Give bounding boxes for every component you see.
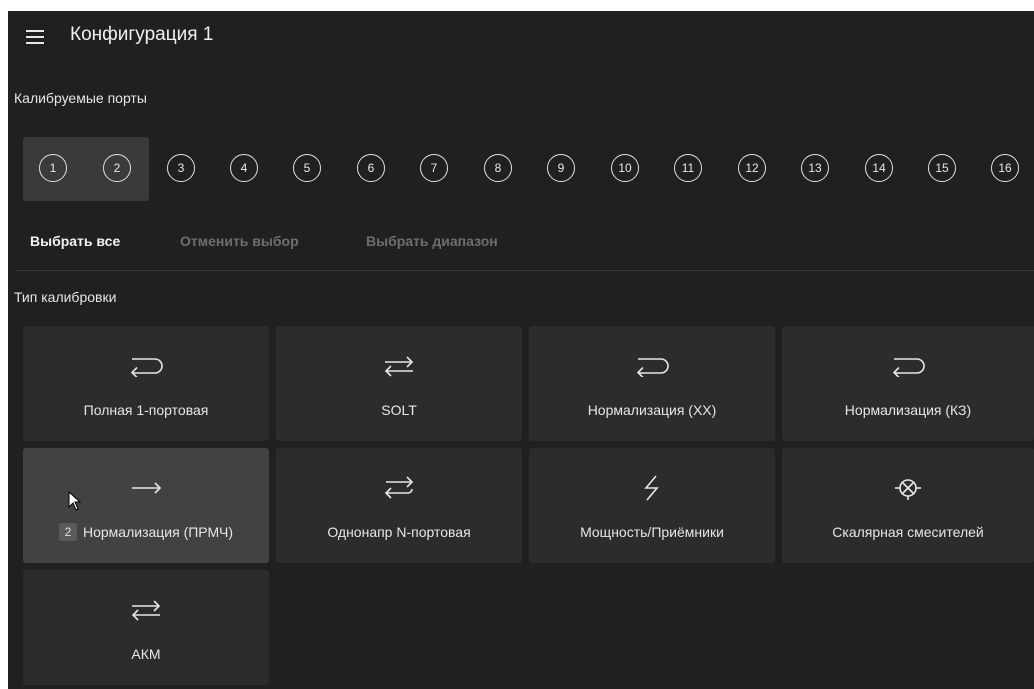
select-range-button[interactable]: Выбрать диапазон: [366, 233, 498, 249]
cal-type-full-1port[interactable]: Полная 1-портовая: [23, 326, 269, 441]
port-count-badge: 2: [58, 523, 77, 541]
reflect-arrow-icon: [23, 352, 269, 380]
port-10[interactable]: 10: [611, 154, 639, 182]
divider: [16, 270, 1034, 271]
tile-label: Нормализация (КЗ): [844, 402, 972, 418]
header: Конфигурация 1: [8, 11, 1034, 67]
port-12[interactable]: 12: [738, 154, 766, 182]
tile-label: Полная 1-портовая: [83, 402, 209, 418]
cal-type-power-receivers[interactable]: Мощность/Приёмники: [529, 448, 775, 563]
reflect-arrow-icon: [782, 352, 1034, 380]
lightning-icon: [529, 474, 775, 502]
port-5[interactable]: 5: [293, 154, 321, 182]
cal-type-norm-thru[interactable]: 2 Нормализация (ПРМЧ): [23, 448, 269, 563]
port-15[interactable]: 15: [928, 154, 956, 182]
mouse-pointer-icon: [68, 490, 82, 516]
port-14[interactable]: 14: [865, 154, 893, 182]
hamburger-menu-icon[interactable]: [26, 30, 44, 44]
port-16[interactable]: 16: [991, 154, 1019, 182]
tile-label: Скалярная смесителей: [832, 524, 984, 540]
port-8[interactable]: 8: [484, 154, 512, 182]
tile-label: АКМ: [131, 646, 161, 662]
port-3[interactable]: 3: [167, 154, 195, 182]
cal-type-norm-open[interactable]: Нормализация (ХХ): [529, 326, 775, 441]
calibration-config-panel: Конфигурация 1 Калибруемые порты 1 2 3 4…: [8, 11, 1034, 689]
cal-type-oneway-nport[interactable]: Однонапр N-портовая: [276, 448, 522, 563]
cal-type-scalar-mixer[interactable]: Скалярная смесителей: [782, 448, 1034, 563]
page-title: Конфигурация 1: [70, 24, 214, 45]
port-9[interactable]: 9: [547, 154, 575, 182]
tile-label: SOLT: [381, 402, 417, 418]
port-1[interactable]: 1: [39, 154, 67, 182]
deselect-button[interactable]: Отменить выбор: [180, 233, 299, 249]
bidirectional-arrows-icon: [23, 596, 269, 624]
cal-type-section-label: Тип калибровки: [14, 289, 117, 305]
select-all-button[interactable]: Выбрать все: [30, 233, 120, 249]
port-11[interactable]: 11: [674, 154, 702, 182]
port-2[interactable]: 2: [103, 154, 131, 182]
port-13[interactable]: 13: [801, 154, 829, 182]
ports-section-label: Калибруемые порты: [14, 90, 147, 106]
port-4[interactable]: 4: [230, 154, 258, 182]
bidirectional-arrows-icon: [276, 352, 522, 380]
right-arrow-icon: [23, 474, 269, 502]
port-7[interactable]: 7: [420, 154, 448, 182]
mixer-icon: [782, 474, 1034, 502]
tile-label: Мощность/Приёмники: [580, 524, 724, 540]
port-6[interactable]: 6: [357, 154, 385, 182]
cal-type-akm[interactable]: АКМ: [23, 570, 269, 685]
port-selector: 1 2 3 4 5 6 7 8 9 10 11 12 13 14 15 16: [23, 137, 1034, 201]
cal-type-solt[interactable]: SOLT: [276, 326, 522, 441]
tile-label: Нормализация (ХХ): [587, 402, 717, 418]
cal-type-norm-short[interactable]: Нормализация (КЗ): [782, 326, 1034, 441]
tile-label: 2 Нормализация (ПРМЧ): [23, 523, 269, 541]
tile-label-text: Нормализация (ПРМЧ): [82, 524, 233, 540]
oneway-nport-icon: [276, 474, 522, 502]
tile-label: Однонапр N-портовая: [327, 524, 471, 540]
reflect-arrow-icon: [529, 352, 775, 380]
